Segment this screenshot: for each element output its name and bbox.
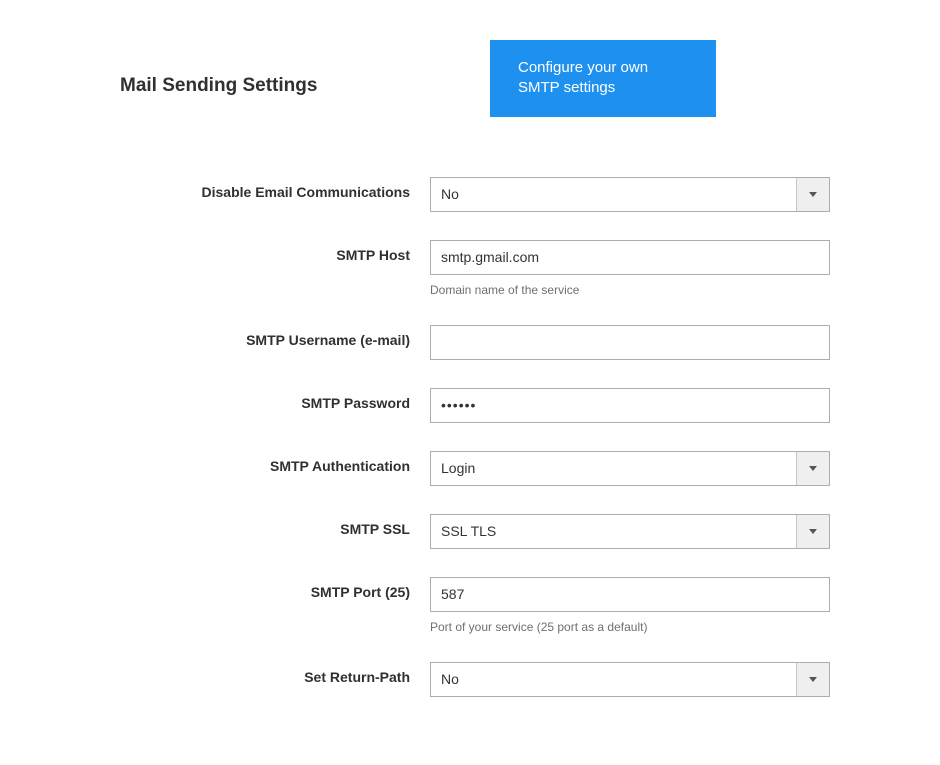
smtp-host-label: SMTP Host (90, 240, 430, 263)
chevron-down-icon (796, 452, 829, 485)
smtp-auth-select[interactable]: Login (430, 451, 830, 486)
smtp-ssl-select[interactable]: SSL TLS (430, 514, 830, 549)
chevron-down-icon (796, 178, 829, 211)
chevron-down-icon (796, 515, 829, 548)
chevron-down-icon (796, 663, 829, 696)
smtp-host-help: Domain name of the service (430, 283, 830, 297)
return-path-value: No (431, 663, 796, 696)
smtp-username-input[interactable] (430, 325, 830, 360)
disable-email-value: No (431, 178, 796, 211)
disable-email-select[interactable]: No (430, 177, 830, 212)
smtp-ssl-label: SMTP SSL (90, 514, 430, 537)
smtp-port-input[interactable] (430, 577, 830, 612)
smtp-auth-value: Login (431, 452, 796, 485)
section-title: Mail Sending Settings (90, 40, 430, 97)
smtp-password-label: SMTP Password (90, 388, 430, 411)
smtp-port-help: Port of your service (25 port as a defau… (430, 620, 830, 634)
smtp-auth-label: SMTP Authentication (90, 451, 430, 474)
smtp-host-input[interactable] (430, 240, 830, 275)
smtp-port-label: SMTP Port (25) (90, 577, 430, 600)
smtp-ssl-value: SSL TLS (431, 515, 796, 548)
return-path-label: Set Return-Path (90, 662, 430, 685)
disable-email-label: Disable Email Communications (90, 177, 430, 200)
return-path-select[interactable]: No (430, 662, 830, 697)
smtp-password-input[interactable] (430, 388, 830, 423)
smtp-username-label: SMTP Username (e-mail) (90, 325, 430, 348)
configure-smtp-button[interactable]: Configure your own SMTP settings (490, 40, 716, 117)
